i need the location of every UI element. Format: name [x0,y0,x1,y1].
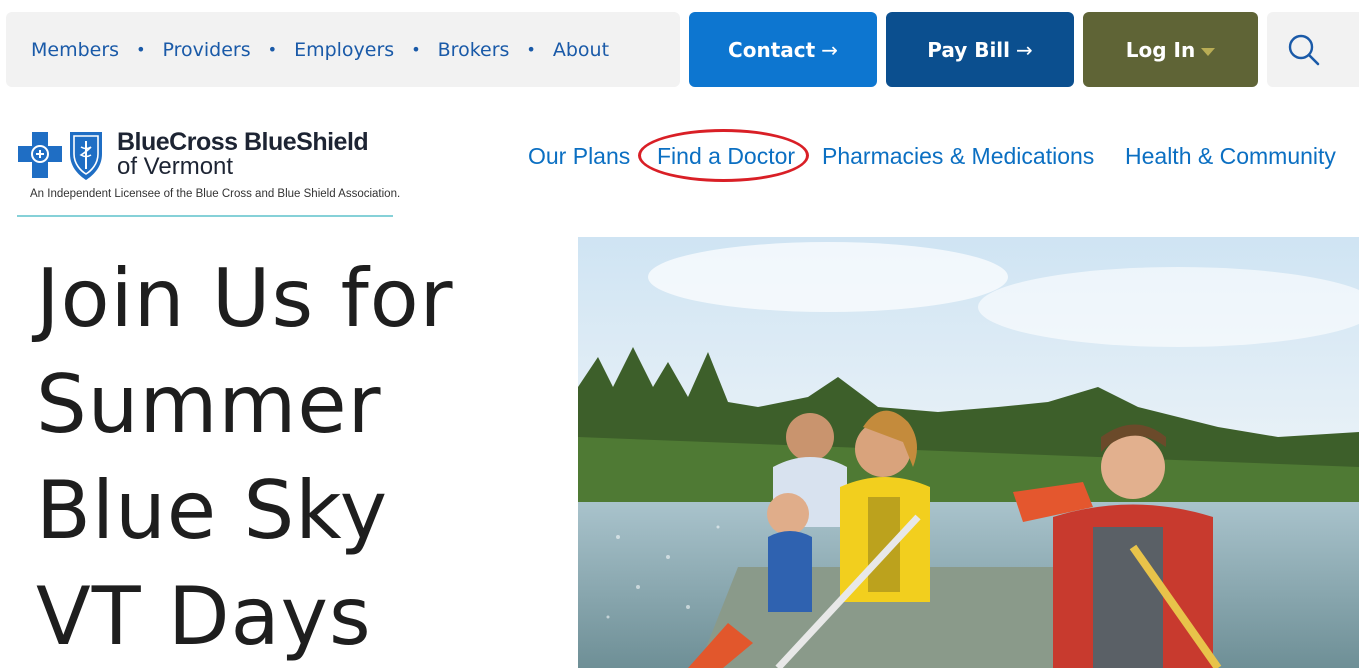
arrow-right-icon: → [821,37,838,62]
utility-nav: Members • Providers • Employers • Broker… [6,12,680,87]
pay-bill-button[interactable]: Pay Bill → [886,12,1074,87]
site-logo[interactable]: BlueCross BlueShield of Vermont An Indep… [17,128,400,218]
hero-heading-line: VT Days [36,570,372,663]
separator-dot: • [136,40,146,59]
utility-link-about[interactable]: About [553,39,609,61]
nav-find-a-doctor[interactable]: Find a Doctor [657,143,795,170]
search-button[interactable] [1267,12,1359,87]
utility-link-brokers[interactable]: Brokers [438,39,510,61]
contact-button[interactable]: Contact → [689,12,877,87]
hero-heading-line: Blue Sky [36,464,389,557]
hero-image [578,237,1359,668]
arrow-right-icon: → [1016,37,1033,62]
utility-link-employers[interactable]: Employers [294,39,394,61]
chevron-down-icon [1201,47,1216,56]
log-in-label: Log In [1125,37,1196,62]
pay-bill-label: Pay Bill [927,37,1011,62]
nav-health-community[interactable]: Health & Community [1125,143,1336,170]
nav-our-plans[interactable]: Our Plans [528,143,630,170]
hero-heading: Join Us for Summer Blue Sky VT Days [36,246,556,670]
logo-tagline: An Independent Licensee of the Blue Cros… [30,188,401,200]
nav-pharmacies-medications[interactable]: Pharmacies & Medications [822,143,1094,170]
utility-link-providers[interactable]: Providers [163,39,251,61]
logo-divider [17,215,393,217]
log-in-button[interactable]: Log In [1083,12,1258,87]
blue-cross-blue-shield-icon [18,132,102,180]
hero-heading-line: Summer [36,358,382,451]
hero-heading-line: Join Us for [36,252,454,345]
logo-brand-line2: of Vermont [117,153,234,180]
family-canoe-photo [578,237,1359,668]
separator-dot: • [411,40,421,59]
utility-link-members[interactable]: Members [31,39,119,61]
contact-label: Contact [728,37,816,62]
search-icon [1288,34,1320,65]
separator-dot: • [267,40,278,59]
separator-dot: • [526,40,536,59]
